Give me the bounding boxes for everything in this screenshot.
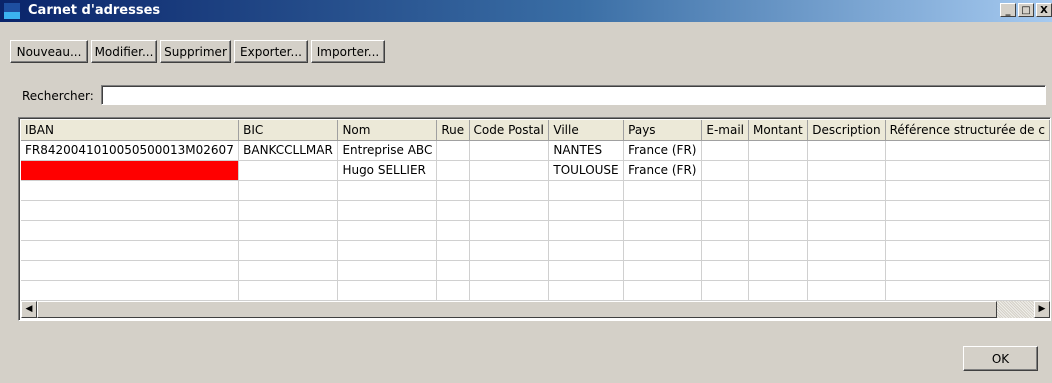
table-cell[interactable] — [469, 160, 550, 181]
table-row[interactable] — [21, 180, 1050, 201]
header-row: IBAN BIC Nom Rue Code Postal Ville Pays … — [21, 120, 1050, 141]
table-cell[interactable] — [436, 160, 470, 181]
table-cell[interactable]: France (FR) — [623, 160, 703, 181]
toolbar: Nouveau... Modifier... Supprimer Exporte… — [10, 40, 385, 63]
table-row[interactable] — [21, 220, 1050, 241]
scrollbar-thumb[interactable] — [37, 301, 997, 318]
table-cell[interactable] — [885, 160, 1050, 181]
window-title: Carnet d'adresses — [28, 3, 161, 18]
column-header-nom[interactable]: Nom — [337, 120, 438, 141]
column-header-ville[interactable]: Ville — [548, 120, 625, 141]
table-cell[interactable] — [885, 140, 1050, 161]
import-button[interactable]: Importer... — [311, 40, 385, 63]
table-row[interactable] — [21, 260, 1050, 281]
minimize-icon[interactable]: _ — [1000, 3, 1016, 17]
table-cell[interactable]: NANTES — [548, 140, 625, 161]
table-cell[interactable]: France (FR) — [623, 140, 703, 161]
table-cell[interactable] — [701, 160, 749, 181]
table-cell[interactable]: Hugo SELLIER — [337, 160, 438, 181]
table-cell[interactable] — [748, 140, 809, 161]
column-header-pays[interactable]: Pays — [623, 120, 703, 141]
table-row[interactable] — [21, 200, 1050, 221]
table-row[interactable]: Hugo SELLIER TOULOUSE France (FR) — [21, 160, 1050, 181]
table-row[interactable] — [21, 280, 1050, 301]
column-header-bic[interactable]: BIC — [238, 120, 339, 141]
column-header-description[interactable]: Description — [807, 120, 886, 141]
address-grid: IBAN BIC Nom Rue Code Postal Ville Pays … — [21, 120, 1050, 301]
table-row[interactable] — [21, 240, 1050, 261]
table-cell[interactable] — [701, 140, 749, 161]
export-button[interactable]: Exporter... — [234, 40, 308, 63]
new-button[interactable]: Nouveau... — [10, 40, 88, 63]
column-header-reference[interactable]: Référence structurée de c — [885, 120, 1050, 141]
search-input[interactable] — [101, 85, 1046, 105]
column-header-montant[interactable]: Montant — [748, 120, 809, 141]
table-cell[interactable] — [469, 140, 550, 161]
app-icon — [4, 3, 20, 19]
column-header-iban[interactable]: IBAN — [21, 120, 240, 141]
table-cell[interactable] — [436, 140, 470, 161]
window-controls: _ □ X — [1000, 3, 1052, 17]
table-cell[interactable]: FR8420041010050500013M02607 — [21, 140, 240, 161]
column-header-email[interactable]: E-mail — [701, 120, 749, 141]
table-cell[interactable] — [238, 160, 339, 181]
horizontal-scrollbar[interactable]: ◀ ▶ — [21, 301, 1050, 318]
table-row[interactable]: FR8420041010050500013M02607 BANKCCLLMAR … — [21, 140, 1050, 161]
search-label: Rechercher: — [22, 89, 94, 103]
invalid-iban-cell[interactable] — [21, 160, 240, 181]
edit-button[interactable]: Modifier... — [91, 40, 157, 63]
title-bar[interactable]: Carnet d'adresses _ □ X — [0, 0, 1052, 22]
table-cell[interactable] — [807, 140, 886, 161]
table-cell[interactable]: TOULOUSE — [548, 160, 625, 181]
close-icon[interactable]: X — [1036, 3, 1052, 17]
scroll-right-icon[interactable]: ▶ — [1034, 301, 1050, 318]
delete-button[interactable]: Supprimer — [160, 40, 231, 63]
scroll-left-icon[interactable]: ◀ — [21, 301, 37, 318]
table-cell[interactable] — [807, 160, 886, 181]
maximize-icon[interactable]: □ — [1018, 3, 1034, 17]
empty-rows — [21, 180, 1050, 301]
address-table[interactable]: IBAN BIC Nom Rue Code Postal Ville Pays … — [18, 117, 1051, 321]
column-header-code-postal[interactable]: Code Postal — [469, 120, 550, 141]
column-header-rue[interactable]: Rue — [436, 120, 470, 141]
table-viewport: IBAN BIC Nom Rue Code Postal Ville Pays … — [21, 120, 1050, 301]
ok-button[interactable]: OK — [963, 346, 1038, 371]
table-cell[interactable] — [748, 160, 809, 181]
table-cell[interactable]: BANKCCLLMAR — [238, 140, 339, 161]
table-cell[interactable]: Entreprise ABC — [337, 140, 438, 161]
